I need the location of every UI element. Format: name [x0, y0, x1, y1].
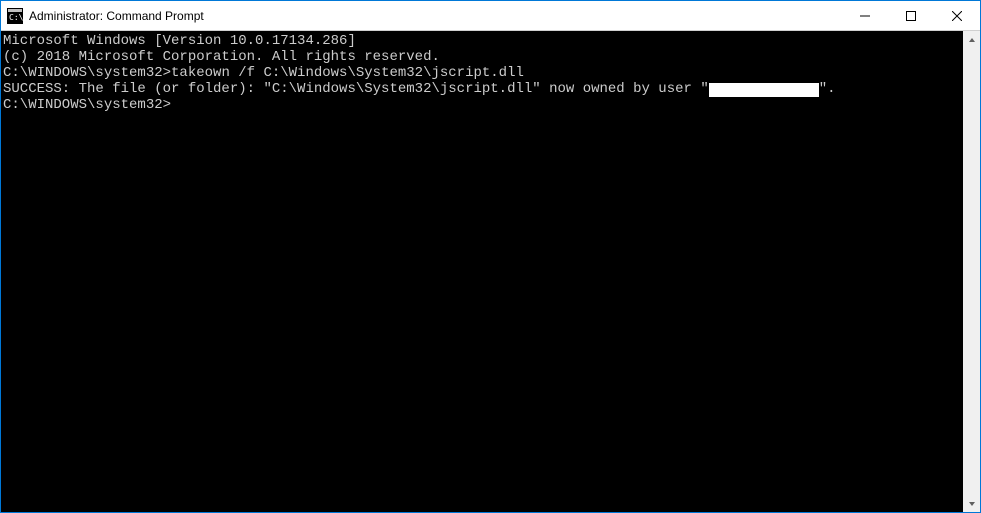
scroll-up-button[interactable] — [963, 31, 980, 48]
window-controls — [842, 1, 980, 30]
vertical-scrollbar[interactable] — [963, 31, 980, 512]
prompt-line: C:\WINDOWS\system32> — [3, 97, 963, 113]
scroll-down-button[interactable] — [963, 495, 980, 512]
client-area: Microsoft Windows [Version 10.0.17134.28… — [1, 31, 980, 512]
version-line: Microsoft Windows [Version 10.0.17134.28… — [3, 33, 963, 49]
window-title: Administrator: Command Prompt — [29, 9, 842, 23]
copyright-line: (c) 2018 Microsoft Corporation. All righ… — [3, 49, 963, 65]
success-text-post: ". — [819, 81, 836, 97]
titlebar[interactable]: C:\ Administrator: Command Prompt — [1, 1, 980, 31]
close-button[interactable] — [934, 1, 980, 30]
redacted-username — [709, 83, 819, 97]
success-text-pre: SUCCESS: The file (or folder): "C:\Windo… — [3, 81, 709, 97]
cmd-icon: C:\ — [7, 8, 23, 24]
maximize-button[interactable] — [888, 1, 934, 30]
svg-text:C:\: C:\ — [9, 13, 23, 22]
minimize-button[interactable] — [842, 1, 888, 30]
prompt-prefix: C:\WINDOWS\system32> — [3, 65, 171, 81]
success-line: SUCCESS: The file (or folder): "C:\Windo… — [3, 81, 963, 97]
prompt-prefix: C:\WINDOWS\system32> — [3, 97, 171, 113]
command-text: takeown /f C:\Windows\System32\jscript.d… — [171, 65, 524, 81]
scroll-track[interactable] — [963, 48, 980, 495]
terminal-output[interactable]: Microsoft Windows [Version 10.0.17134.28… — [1, 31, 963, 512]
command-line: C:\WINDOWS\system32>takeown /f C:\Window… — [3, 65, 963, 81]
